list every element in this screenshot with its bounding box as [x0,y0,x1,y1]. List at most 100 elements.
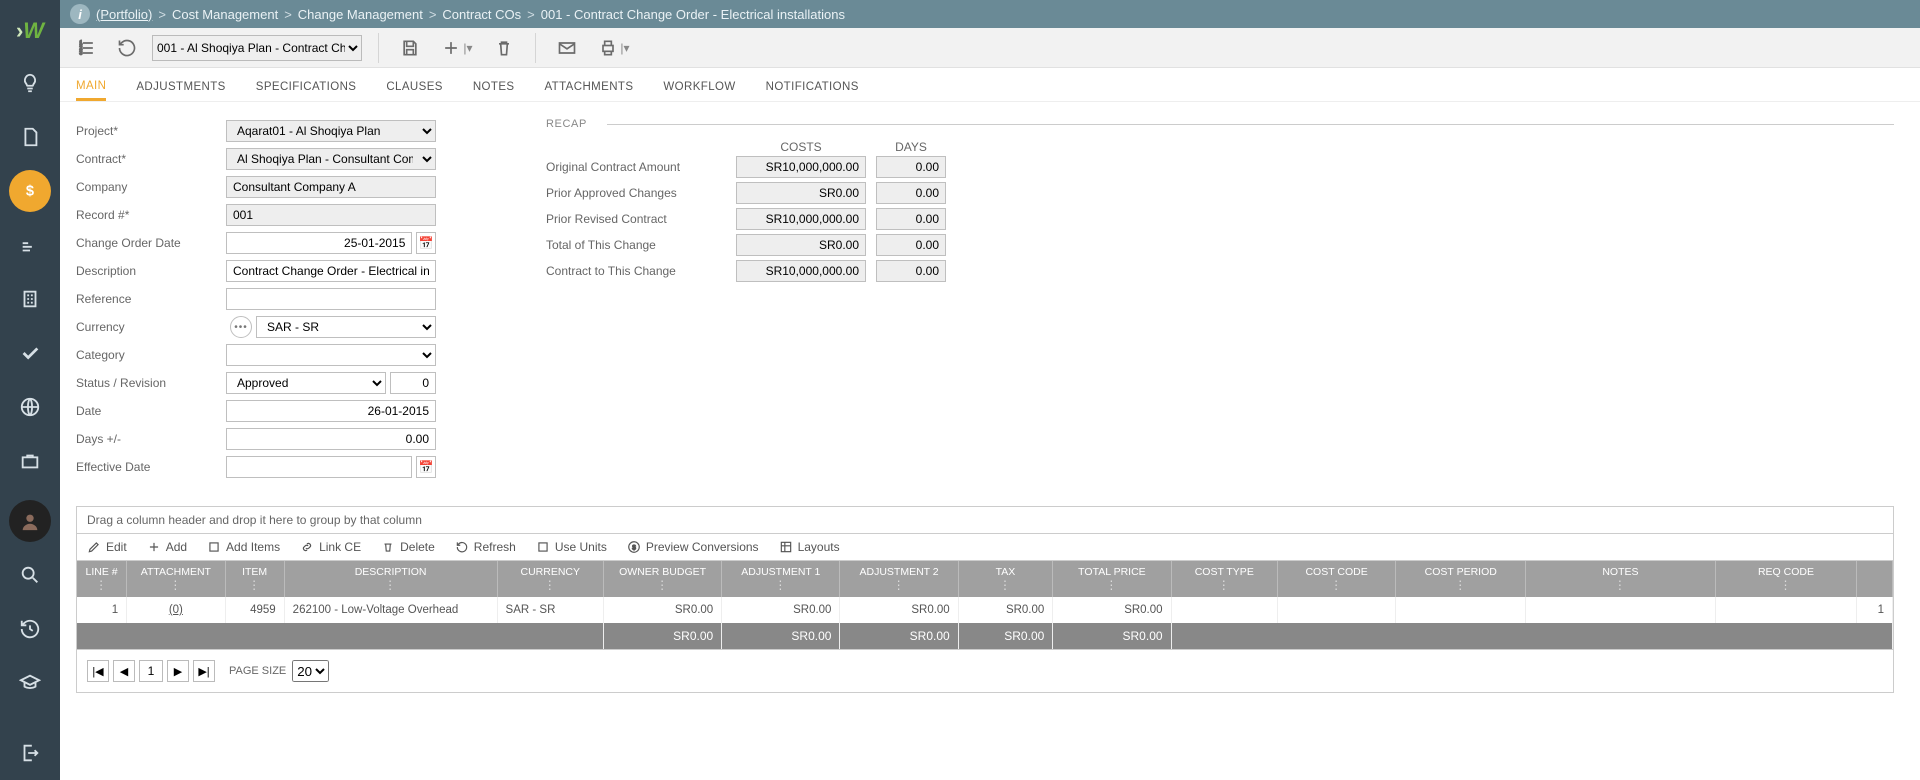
nav-learn-icon[interactable] [9,662,51,704]
nav-document-icon[interactable] [9,116,51,158]
nav-history-icon[interactable] [9,608,51,650]
company-field [226,176,436,198]
add-icon[interactable]: |▾ [435,33,479,63]
grid-preview-button[interactable]: $Preview Conversions [627,540,759,554]
status-select[interactable]: Approved [226,372,386,394]
nav-insights-icon[interactable] [9,62,51,104]
tab-adjustments[interactable]: ADJUSTMENTS [136,81,225,101]
label-days: Days +/- [76,432,226,446]
list-view-icon[interactable]: 123 [72,33,102,63]
grid-add-button[interactable]: Add [147,540,187,554]
pager-last-icon[interactable]: ▶| [193,660,215,682]
contract-select[interactable]: Al Shoqiya Plan - Consultant Company A [226,148,436,170]
label-recordno: Record #* [76,208,226,222]
grid-useunits-toggle[interactable]: Use Units [536,540,607,554]
nav-reports-icon[interactable] [9,224,51,266]
totals-row: SR0.00 SR0.00 SR0.00 SR0.00 SR0.00 [77,623,1893,649]
nav-logout-icon[interactable] [9,732,51,774]
svg-text:$: $ [632,544,636,551]
record-selector[interactable]: 001 - Al Shoqiya Plan - Contract Cha [152,35,362,61]
calendar-icon[interactable]: 📅 [416,232,436,254]
pager-next-icon[interactable]: ▶ [167,660,189,682]
label-description: Description [76,264,226,278]
tab-notes[interactable]: NOTES [473,81,515,101]
page-size-select[interactable]: 20 [292,660,329,682]
tab-main[interactable]: MAIN [76,80,106,101]
description-field[interactable] [226,260,436,282]
grid-edit-button[interactable]: Edit [87,540,127,554]
attachment-link[interactable]: (0) [127,597,225,623]
tab-notifications[interactable]: NOTIFICATIONS [766,81,859,101]
grid-toolbar: Edit Add Add Items Link CE Delete Refres… [77,534,1893,561]
date-field[interactable] [226,400,436,422]
grid-additems-button[interactable]: Add Items [207,540,280,554]
tab-clauses[interactable]: CLAUSES [386,81,443,101]
table-row[interactable]: 1 (0) 4959 262100 - Low-Voltage Overhead… [77,597,1893,623]
pager-page-input[interactable] [139,660,163,682]
effective-date-field[interactable] [226,456,412,478]
tab-attachments[interactable]: ATTACHMENTS [544,81,633,101]
print-icon[interactable]: |▾ [592,33,636,63]
history-toolbar-icon[interactable] [112,33,142,63]
recap-days-1 [876,182,946,204]
grid-layouts-button[interactable]: Layouts [779,540,840,554]
project-select[interactable]: Aqarat01 - Al Shoqiya Plan [226,120,436,142]
grid-refresh-button[interactable]: Refresh [455,540,516,554]
label-reference: Reference [76,292,226,306]
save-icon[interactable] [395,33,425,63]
recap-panel: RECAP COSTS DAYS Original Contract Amoun… [546,118,1894,482]
recap-cost-2 [736,208,866,230]
table-header-row: LINE #⋮ ATTACHMENT⋮ ITEM⋮ DESCRIPTION⋮ C… [77,561,1893,597]
revision-field[interactable] [390,372,436,394]
nav-avatar[interactable] [9,500,51,542]
pager-first-icon[interactable]: |◀ [87,660,109,682]
recap-title: RECAP [546,118,587,130]
nav-briefcase-icon[interactable] [9,440,51,482]
email-icon[interactable] [552,33,582,63]
days-field[interactable] [226,428,436,450]
change-order-date-field[interactable] [226,232,412,254]
recap-cost-1 [736,182,866,204]
grid-delete-button[interactable]: Delete [381,540,435,554]
breadcrumb-current: 001 - Contract Change Order - Electrical… [541,7,845,22]
recap-days-0 [876,156,946,178]
recap-head-costs: COSTS [736,140,866,154]
breadcrumb-portfolio[interactable]: (Portfolio) [96,7,152,22]
nav-check-icon[interactable] [9,332,51,374]
breadcrumb-level-1[interactable]: Cost Management [172,7,278,22]
tab-bar: MAIN ADJUSTMENTS SPECIFICATIONS CLAUSES … [60,68,1920,102]
grid-linkce-button[interactable]: Link CE [300,540,361,554]
pager-prev-icon[interactable]: ◀ [113,660,135,682]
label-company: Company [76,180,226,194]
grid-footer: |◀ ◀ ▶ ▶| PAGE SIZE 20 [77,649,1893,692]
delete-icon[interactable] [489,33,519,63]
label-contract: Contract* [76,152,226,166]
breadcrumb: i (Portfolio) > Cost Management > Change… [60,0,1920,28]
svg-text:3: 3 [80,50,83,56]
label-codate: Change Order Date [76,236,226,250]
main-content: Project* Aqarat01 - Al Shoqiya Plan Cont… [60,104,1910,780]
app-logo[interactable]: ›W [0,6,60,56]
group-by-bar[interactable]: Drag a column header and drop it here to… [77,507,1893,534]
nav-globe-icon[interactable] [9,386,51,428]
record-toolbar: 123 001 - Al Shoqiya Plan - Contract Cha… [60,28,1920,68]
tab-workflow[interactable]: WORKFLOW [663,81,735,101]
nav-building-icon[interactable] [9,278,51,320]
recap-days-4 [876,260,946,282]
reference-field[interactable] [226,288,436,310]
recap-days-3 [876,234,946,256]
category-select[interactable] [226,344,436,366]
breadcrumb-level-3[interactable]: Contract COs [442,7,521,22]
tab-specifications[interactable]: SPECIFICATIONS [256,81,357,101]
form-panel: Project* Aqarat01 - Al Shoqiya Plan Cont… [76,118,506,482]
label-category: Category [76,348,226,362]
nav-cost-icon[interactable]: $ [9,170,51,212]
label-effective: Effective Date [76,460,226,474]
currency-select[interactable]: SAR - SR [256,316,436,338]
nav-search-icon[interactable] [9,554,51,596]
calendar-icon[interactable]: 📅 [416,456,436,478]
label-status: Status / Revision [76,376,226,390]
info-icon[interactable]: i [70,4,90,24]
breadcrumb-level-2[interactable]: Change Management [298,7,423,22]
currency-lookup-icon[interactable]: ••• [230,316,252,338]
